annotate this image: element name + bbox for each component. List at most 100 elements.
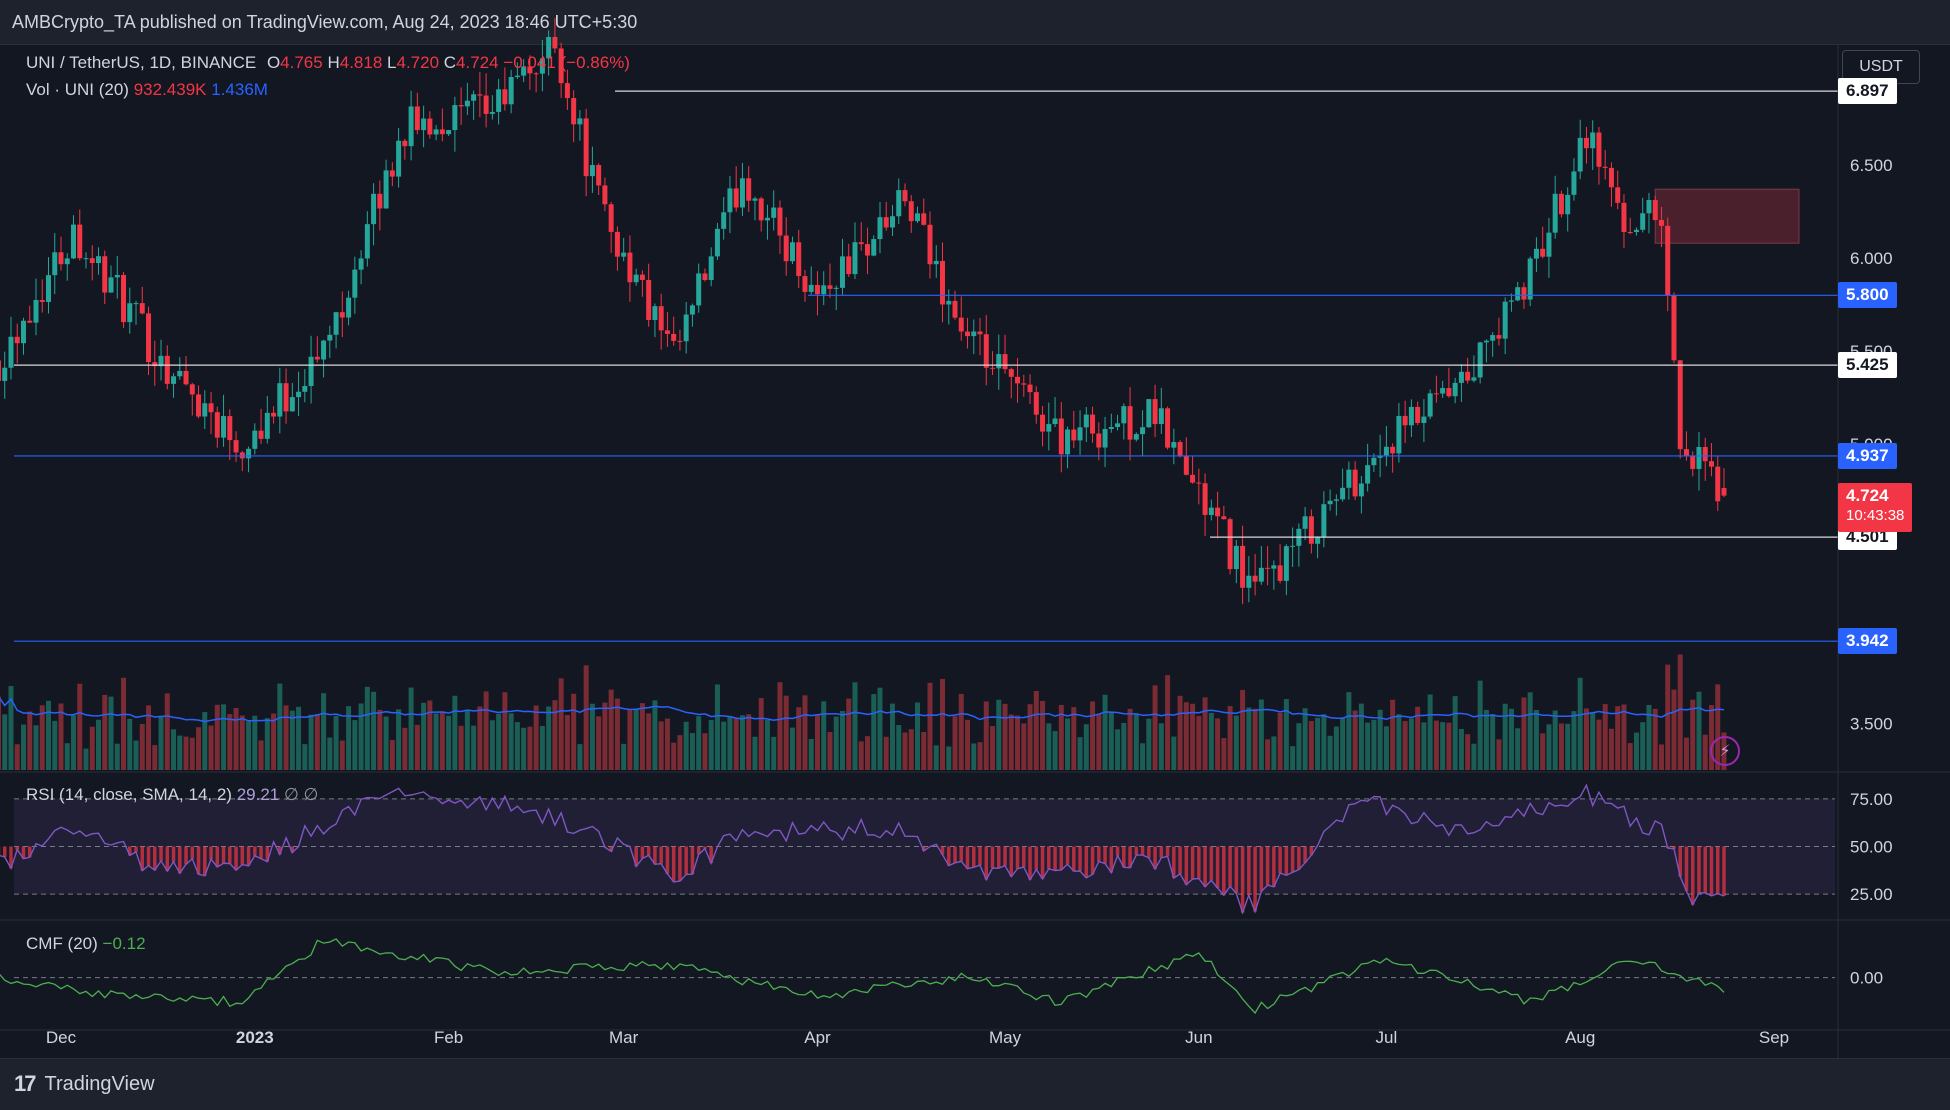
volume-bar <box>1546 724 1552 770</box>
candle-body <box>1315 537 1321 544</box>
candle-body <box>1558 193 1564 215</box>
candle-body <box>608 204 614 232</box>
volume-bar <box>246 721 252 770</box>
lightning-icon[interactable]: ⚡ <box>1710 736 1740 766</box>
candle-body <box>58 252 64 265</box>
candle-body <box>1408 406 1414 426</box>
candle-body <box>1202 483 1208 515</box>
volume-bar <box>1165 675 1171 770</box>
date-tick-label: Feb <box>434 1028 463 1047</box>
volume-bar <box>1402 721 1408 770</box>
candle-body <box>564 83 570 99</box>
volume-bar <box>158 715 164 770</box>
volume-bar <box>864 736 870 770</box>
tradingview-logo[interactable]: 17 TradingView <box>14 1071 155 1097</box>
volume-bar <box>764 719 770 770</box>
candle-body <box>389 170 395 177</box>
candle-body <box>1340 487 1346 500</box>
volume-bar <box>1658 744 1664 770</box>
candle-body <box>752 198 758 201</box>
price-tick-label: 6.500 <box>1850 156 1893 175</box>
candle-body <box>2 367 8 381</box>
candle-body <box>14 336 20 344</box>
candle-body <box>164 355 170 384</box>
volume-bar <box>277 683 283 770</box>
candle-body <box>208 403 214 413</box>
volume-bar <box>1152 685 1158 770</box>
candle-body <box>1671 295 1677 361</box>
candle-body <box>1565 194 1571 215</box>
candle-body <box>1346 469 1352 488</box>
candle-body <box>89 258 95 264</box>
candle-body <box>864 244 870 256</box>
volume-bar <box>1021 723 1027 770</box>
price-tag: 3.942 <box>1838 628 1897 655</box>
volume-bar <box>33 725 39 770</box>
volume-bar <box>52 720 58 770</box>
volume-bar <box>852 682 858 770</box>
candle-body <box>139 303 145 314</box>
candle-body <box>1721 487 1727 496</box>
candle-body <box>1633 229 1639 233</box>
candle-body <box>1133 434 1139 440</box>
candle-body <box>1021 383 1027 385</box>
volume-bar <box>558 678 564 770</box>
candle-body <box>1308 516 1314 544</box>
volume-bar <box>915 702 920 770</box>
footer-bar: 17 TradingView <box>0 1058 1950 1110</box>
volume-bar <box>833 716 839 770</box>
volume-bar <box>1390 699 1396 770</box>
volume-bar <box>1227 706 1233 770</box>
volume-bar <box>1571 711 1577 770</box>
volume-legend[interactable]: Vol · UNI (20) 932.439K 1.436M <box>26 80 268 100</box>
volume-bar <box>1202 697 1208 770</box>
volume-bar <box>496 713 502 770</box>
volume-bar <box>1421 722 1427 770</box>
symbol-legend[interactable]: UNI / TetherUS, 1D, BINANCE O4.765 H4.81… <box>26 53 630 73</box>
candle-body <box>571 98 577 125</box>
candle-body <box>296 391 302 398</box>
candle-body <box>858 242 864 245</box>
candle-body <box>477 94 483 96</box>
volume-bar <box>1427 694 1433 770</box>
candle-body <box>789 242 795 262</box>
volume-bar <box>627 710 633 770</box>
candle-body <box>1702 447 1708 462</box>
volume-bar <box>414 724 420 770</box>
high-value: 4.818 <box>339 53 383 72</box>
candle-body <box>1333 499 1339 501</box>
cmf-legend[interactable]: CMF (20) −0.12 <box>26 934 146 954</box>
candle-body <box>1227 519 1233 570</box>
volume-bar <box>1215 718 1221 770</box>
candle-body <box>965 331 971 337</box>
volume-bar <box>977 742 983 770</box>
volume-bar <box>177 735 183 770</box>
volume-bar <box>1465 734 1471 770</box>
volume-bar <box>689 733 695 770</box>
volume-bar <box>1508 708 1514 770</box>
candle-body <box>1427 393 1433 417</box>
rsi-legend[interactable]: RSI (14, close, SMA, 14, 2) 29.21 ∅ ∅ <box>26 785 318 805</box>
chart-svg[interactable]: 75.0050.0025.00 0.00 7.0006.5006.0005.50… <box>0 0 1950 1109</box>
levels-layer <box>14 90 1838 642</box>
volume-bar <box>196 727 202 770</box>
volume-bar <box>0 696 1 770</box>
volume-bar <box>1683 737 1689 770</box>
price-tick-label: 6.000 <box>1850 249 1893 268</box>
volume-bar <box>1346 692 1352 770</box>
candle-body <box>739 178 745 208</box>
candle-body <box>1258 567 1264 582</box>
candle-body <box>45 275 51 302</box>
candle-body <box>77 224 83 259</box>
volume-bar <box>1252 708 1258 770</box>
candle-body <box>921 213 927 225</box>
candle-body <box>746 178 752 201</box>
volume-bar <box>352 720 358 770</box>
volume-bar <box>708 720 714 770</box>
candle-body <box>652 306 658 320</box>
candle-body <box>1246 575 1252 588</box>
volume-bar <box>1665 664 1671 770</box>
volume-bar <box>514 722 520 770</box>
candle-body <box>8 336 14 368</box>
candle-body <box>627 252 633 283</box>
